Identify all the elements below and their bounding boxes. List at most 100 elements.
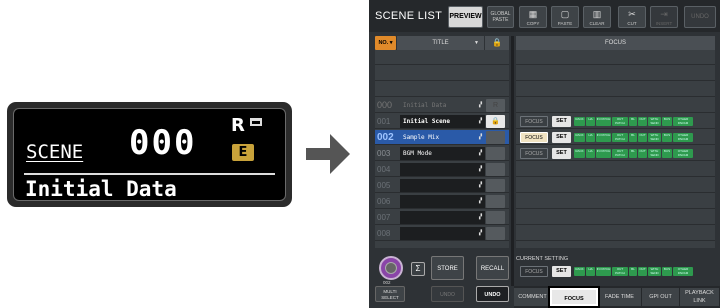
focus-button[interactable]: FOCUS: [520, 132, 548, 143]
focus-chip[interactable]: RACK: [574, 149, 585, 158]
focus-chip[interactable]: OUT: [638, 149, 647, 158]
knob-value: 002: [383, 280, 391, 285]
tab-fade-time[interactable]: FADE TIME: [598, 288, 642, 306]
preview-button[interactable]: PREVIEW: [448, 6, 483, 28]
lock-toggle[interactable]: [486, 163, 505, 176]
focus-chip[interactable]: BUS: [662, 133, 672, 142]
focus-chip[interactable]: WITH SEND: [648, 267, 661, 276]
clear-button[interactable]: ▥ CLEAR: [583, 6, 611, 28]
store-button[interactable]: STORE: [431, 256, 464, 280]
set-button[interactable]: SET: [552, 266, 571, 277]
focus-chip[interactable]: OUT PATCH: [612, 117, 628, 126]
focus-chip[interactable]: OUT: [638, 133, 647, 142]
scene-row-selected[interactable]: 002 Sample Mix ▞: [375, 130, 509, 145]
lock-toggle[interactable]: [486, 195, 505, 208]
focus-chip[interactable]: OUT PATCH: [612, 133, 628, 142]
undo-top-button[interactable]: UNDO: [684, 6, 716, 28]
flag-icon: ▞: [478, 134, 482, 140]
focus-chip[interactable]: BL: [629, 267, 637, 276]
global-paste-button[interactable]: GLOBAL PASTE: [487, 6, 514, 28]
focus-chip[interactable]: BL: [629, 133, 637, 142]
tab-focus[interactable]: FOCUS: [548, 286, 600, 308]
focus-chip[interactable]: BUS: [662, 149, 672, 158]
focus-chip[interactable]: BL: [629, 149, 637, 158]
focus-chip[interactable]: OUT PATCH: [612, 267, 628, 276]
lock-icon[interactable]: 🔒: [486, 115, 505, 128]
insert-button[interactable]: ⇥ INSERT: [650, 6, 678, 28]
focus-chip[interactable]: WITH SEND: [648, 133, 661, 142]
focus-chip[interactable]: HA: [586, 267, 595, 276]
scene-row[interactable]: 006 ▞: [375, 194, 509, 209]
scene-row[interactable]: 008 ▞: [375, 226, 509, 241]
lock-toggle[interactable]: [486, 227, 505, 240]
focus-chip[interactable]: RACK: [574, 267, 585, 276]
lock-toggle[interactable]: [486, 211, 505, 224]
sigma-icon[interactable]: Σ: [411, 262, 425, 276]
focus-chip[interactable]: OUT PATCH: [612, 149, 628, 158]
current-setting-row: FOCUS SET RACK HA IN PATCH OUT PATCH BL OUT WITH…: [516, 264, 715, 279]
focus-chip[interactable]: RACK: [574, 133, 585, 142]
undo-recall-button[interactable]: UNDO: [476, 286, 509, 302]
empty-row: [516, 162, 715, 177]
lock-toggle[interactable]: [486, 147, 505, 160]
focus-chip[interactable]: BUS: [662, 117, 672, 126]
focus-chip[interactable]: WITH SEND: [648, 117, 661, 126]
set-button[interactable]: SET: [552, 116, 571, 127]
focus-button[interactable]: FOCUS: [520, 266, 548, 277]
focus-chip[interactable]: OTHER PARAM: [673, 133, 693, 142]
empty-row: [516, 210, 715, 225]
set-button[interactable]: SET: [552, 148, 571, 159]
scene-row[interactable]: 003 BGM Mode ▞: [375, 146, 509, 161]
empty-row: [375, 50, 509, 65]
recall-button[interactable]: RECALL: [476, 256, 509, 280]
focus-chip[interactable]: OTHER PARAM: [673, 117, 693, 126]
lock-toggle[interactable]: R: [486, 99, 505, 112]
focus-chip[interactable]: WITH SEND: [648, 149, 661, 158]
lock-toggle[interactable]: [486, 131, 505, 144]
paste-button[interactable]: ▢ PASTE: [551, 6, 579, 28]
scene-row[interactable]: 004 ▞: [375, 162, 509, 177]
focus-button[interactable]: FOCUS: [520, 116, 548, 127]
scene-list-screen: SCENE LIST PREVIEW GLOBAL PASTE ▦ COPY ▢…: [369, 0, 720, 308]
focus-chip[interactable]: IN PATCH: [596, 117, 611, 126]
copy-button[interactable]: ▦ COPY: [519, 6, 547, 28]
title-column-header[interactable]: TITLE ▼: [397, 36, 484, 50]
focus-chip[interactable]: IN PATCH: [596, 149, 611, 158]
scene-knob[interactable]: [379, 256, 403, 280]
focus-chip[interactable]: OUT: [638, 267, 647, 276]
tab-playback-link[interactable]: PLAYBACK LINK: [680, 288, 720, 306]
focus-chip[interactable]: BUS: [662, 267, 672, 276]
no-column-header[interactable]: NO. ▾: [375, 36, 396, 50]
flag-icon: ▞: [478, 118, 482, 124]
sort-down-icon: ▼: [474, 40, 479, 46]
tab-comment[interactable]: COMMENT: [514, 288, 552, 306]
focus-chip[interactable]: HA: [586, 117, 595, 126]
empty-row: [516, 66, 715, 81]
lock-toggle[interactable]: [486, 179, 505, 192]
empty-row: [516, 194, 715, 209]
undo-store-button[interactable]: UNDO: [431, 286, 464, 302]
lock-column-header[interactable]: 🔒: [485, 36, 509, 50]
focus-chip[interactable]: BL: [629, 117, 637, 126]
focus-chip[interactable]: OTHER PARAM: [673, 267, 693, 276]
focus-chip[interactable]: OUT: [638, 117, 647, 126]
scene-row[interactable]: 007 ▞: [375, 210, 509, 225]
tab-gpi-out[interactable]: GPI OUT: [642, 288, 680, 306]
edit-badge: E: [232, 144, 254, 161]
scene-row[interactable]: 000 Initial Data ▞ R: [375, 98, 509, 113]
scene-display: SCENE 000 R E Initial Data: [7, 102, 292, 207]
focus-chip[interactable]: HA: [586, 133, 595, 142]
focus-chip[interactable]: IN PATCH: [596, 267, 611, 276]
focus-chip[interactable]: HA: [586, 149, 595, 158]
focus-chip[interactable]: IN PATCH: [596, 133, 611, 142]
focus-button[interactable]: FOCUS: [520, 148, 548, 159]
empty-row: [516, 226, 715, 241]
set-button[interactable]: SET: [552, 132, 571, 143]
scene-row[interactable]: 005 ▞: [375, 178, 509, 193]
screen-title: SCENE LIST: [375, 10, 443, 22]
multi-select-button[interactable]: MULTI SELECT: [375, 286, 405, 302]
scene-row[interactable]: 001 Initial Scene ▞ 🔒: [375, 114, 509, 129]
focus-chip[interactable]: RACK: [574, 117, 585, 126]
focus-chip[interactable]: OTHER PARAM: [673, 149, 693, 158]
cut-button[interactable]: ✂ CUT: [618, 6, 646, 28]
